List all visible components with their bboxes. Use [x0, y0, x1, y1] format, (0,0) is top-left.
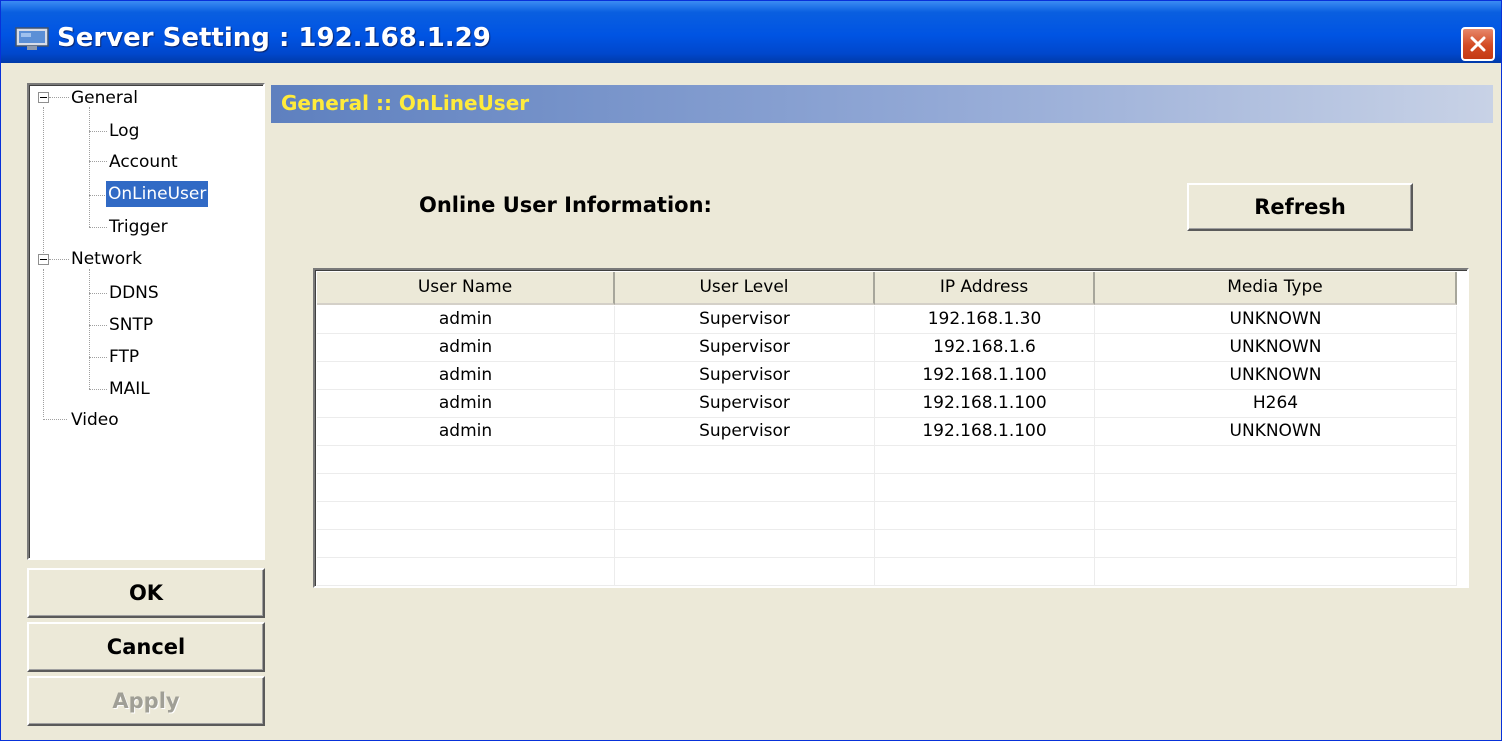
table-header: User Name User Level IP Address Media Ty…	[317, 272, 1457, 305]
tree-connector	[43, 269, 44, 417]
cell-user-level: Supervisor	[615, 362, 875, 389]
cell-user-name: admin	[317, 362, 615, 389]
table-row-empty[interactable]	[317, 474, 1457, 502]
cell-user-level: Supervisor	[615, 306, 875, 333]
cell-media-type	[1095, 530, 1457, 557]
cell-user-level	[615, 558, 875, 585]
cell-user-name: admin	[317, 334, 615, 361]
tree-item-onlineuser[interactable]: OnLineUser	[104, 180, 210, 208]
tree-connector	[89, 389, 107, 390]
tree-connector	[89, 195, 105, 196]
cell-user-level	[615, 530, 875, 557]
close-icon	[1470, 36, 1486, 52]
tree-connector	[89, 227, 107, 228]
cell-media-type	[1095, 502, 1457, 529]
tree-item-account[interactable]: Account	[109, 149, 178, 175]
cell-user-level	[615, 502, 875, 529]
table-row[interactable]: admin Supervisor 192.168.1.100 UNKNOWN	[317, 418, 1457, 446]
cell-ip-address	[875, 502, 1095, 529]
cell-media-type	[1095, 446, 1457, 473]
tree-connector	[89, 107, 90, 227]
column-header-user-level[interactable]: User Level	[615, 272, 875, 305]
cell-media-type	[1095, 474, 1457, 501]
cell-ip-address: 192.168.1.100	[875, 418, 1095, 445]
online-users-table[interactable]: User Name User Level IP Address Media Ty…	[313, 268, 1469, 588]
tree-connector	[43, 419, 67, 420]
tree-connector	[89, 161, 107, 162]
title-bar[interactable]: Server Setting : 192.168.1.29	[1, 1, 1501, 63]
server-setting-window: Server Setting : 192.168.1.29 General Lo…	[0, 0, 1502, 741]
table-row-empty[interactable]	[317, 502, 1457, 530]
cell-ip-address: 192.168.1.30	[875, 306, 1095, 333]
cell-user-level	[615, 446, 875, 473]
tree-item-ddns[interactable]: DDNS	[109, 280, 159, 306]
cell-user-level: Supervisor	[615, 418, 875, 445]
tree-connector	[89, 357, 107, 358]
cell-user-name	[317, 558, 615, 585]
tree-connector	[49, 97, 69, 98]
cancel-button[interactable]: Cancel	[27, 622, 265, 672]
table-row-empty[interactable]	[317, 446, 1457, 474]
table-body: admin Supervisor 192.168.1.30 UNKNOWN ad…	[317, 306, 1457, 586]
cell-user-name	[317, 530, 615, 557]
cell-user-level: Supervisor	[615, 390, 875, 417]
refresh-button[interactable]: Refresh	[1187, 183, 1413, 231]
online-user-info-label: Online User Information:	[419, 193, 712, 217]
window-title: Server Setting : 192.168.1.29	[57, 23, 491, 53]
cell-ip-address	[875, 446, 1095, 473]
collapse-icon[interactable]	[38, 254, 49, 265]
table-row[interactable]: admin Supervisor 192.168.1.30 UNKNOWN	[317, 306, 1457, 334]
tree-connector	[49, 259, 69, 260]
cell-media-type: UNKNOWN	[1095, 306, 1457, 333]
cell-ip-address: 192.168.1.100	[875, 390, 1095, 417]
cell-user-name	[317, 474, 615, 501]
tree-connector	[89, 269, 90, 389]
tree-connector	[89, 325, 107, 326]
column-header-ip-address[interactable]: IP Address	[875, 272, 1095, 305]
cell-user-name	[317, 446, 615, 473]
apply-button[interactable]: Apply	[27, 676, 265, 726]
cell-user-name: admin	[317, 418, 615, 445]
collapse-icon[interactable]	[38, 92, 49, 103]
settings-tree[interactable]: General Log Account OnLineUser Trigger N…	[27, 83, 265, 560]
cell-media-type: UNKNOWN	[1095, 418, 1457, 445]
tree-item-ftp[interactable]: FTP	[109, 344, 139, 370]
cell-user-level	[615, 474, 875, 501]
table-row[interactable]: admin Supervisor 192.168.1.100 UNKNOWN	[317, 362, 1457, 390]
cell-media-type: UNKNOWN	[1095, 334, 1457, 361]
cell-user-name: admin	[317, 306, 615, 333]
table-row[interactable]: admin Supervisor 192.168.1.100 H264	[317, 390, 1457, 418]
tree-item-general[interactable]: General	[71, 85, 138, 111]
cell-media-type: UNKNOWN	[1095, 362, 1457, 389]
close-button[interactable]	[1461, 27, 1495, 61]
table-row-empty[interactable]	[317, 530, 1457, 558]
tree-item-log[interactable]: Log	[109, 118, 139, 144]
table-row[interactable]: admin Supervisor 192.168.1.6 UNKNOWN	[317, 334, 1457, 362]
column-header-user-name[interactable]: User Name	[317, 272, 615, 305]
tree-connector	[43, 107, 44, 263]
cell-media-type: H264	[1095, 390, 1457, 417]
tree-item-network[interactable]: Network	[71, 246, 142, 272]
section-title: General :: OnLineUser	[281, 91, 530, 115]
column-header-media-type[interactable]: Media Type	[1095, 272, 1457, 305]
tree-item-video[interactable]: Video	[71, 407, 119, 433]
cell-ip-address: 192.168.1.6	[875, 334, 1095, 361]
table-row-empty[interactable]	[317, 558, 1457, 586]
cell-user-name: admin	[317, 390, 615, 417]
monitor-icon	[15, 27, 49, 50]
tree-item-mail[interactable]: MAIL	[109, 376, 150, 402]
cell-ip-address: 192.168.1.100	[875, 362, 1095, 389]
cell-media-type	[1095, 558, 1457, 585]
cell-ip-address	[875, 474, 1095, 501]
ok-button[interactable]: OK	[27, 568, 265, 618]
cell-ip-address	[875, 530, 1095, 557]
tree-connector	[89, 293, 107, 294]
tree-item-trigger[interactable]: Trigger	[109, 214, 168, 240]
cell-ip-address	[875, 558, 1095, 585]
section-header: General :: OnLineUser	[271, 85, 1493, 123]
tree-item-sntp[interactable]: SNTP	[109, 312, 153, 338]
cell-user-level: Supervisor	[615, 334, 875, 361]
tree-connector	[89, 131, 107, 132]
cell-user-name	[317, 502, 615, 529]
